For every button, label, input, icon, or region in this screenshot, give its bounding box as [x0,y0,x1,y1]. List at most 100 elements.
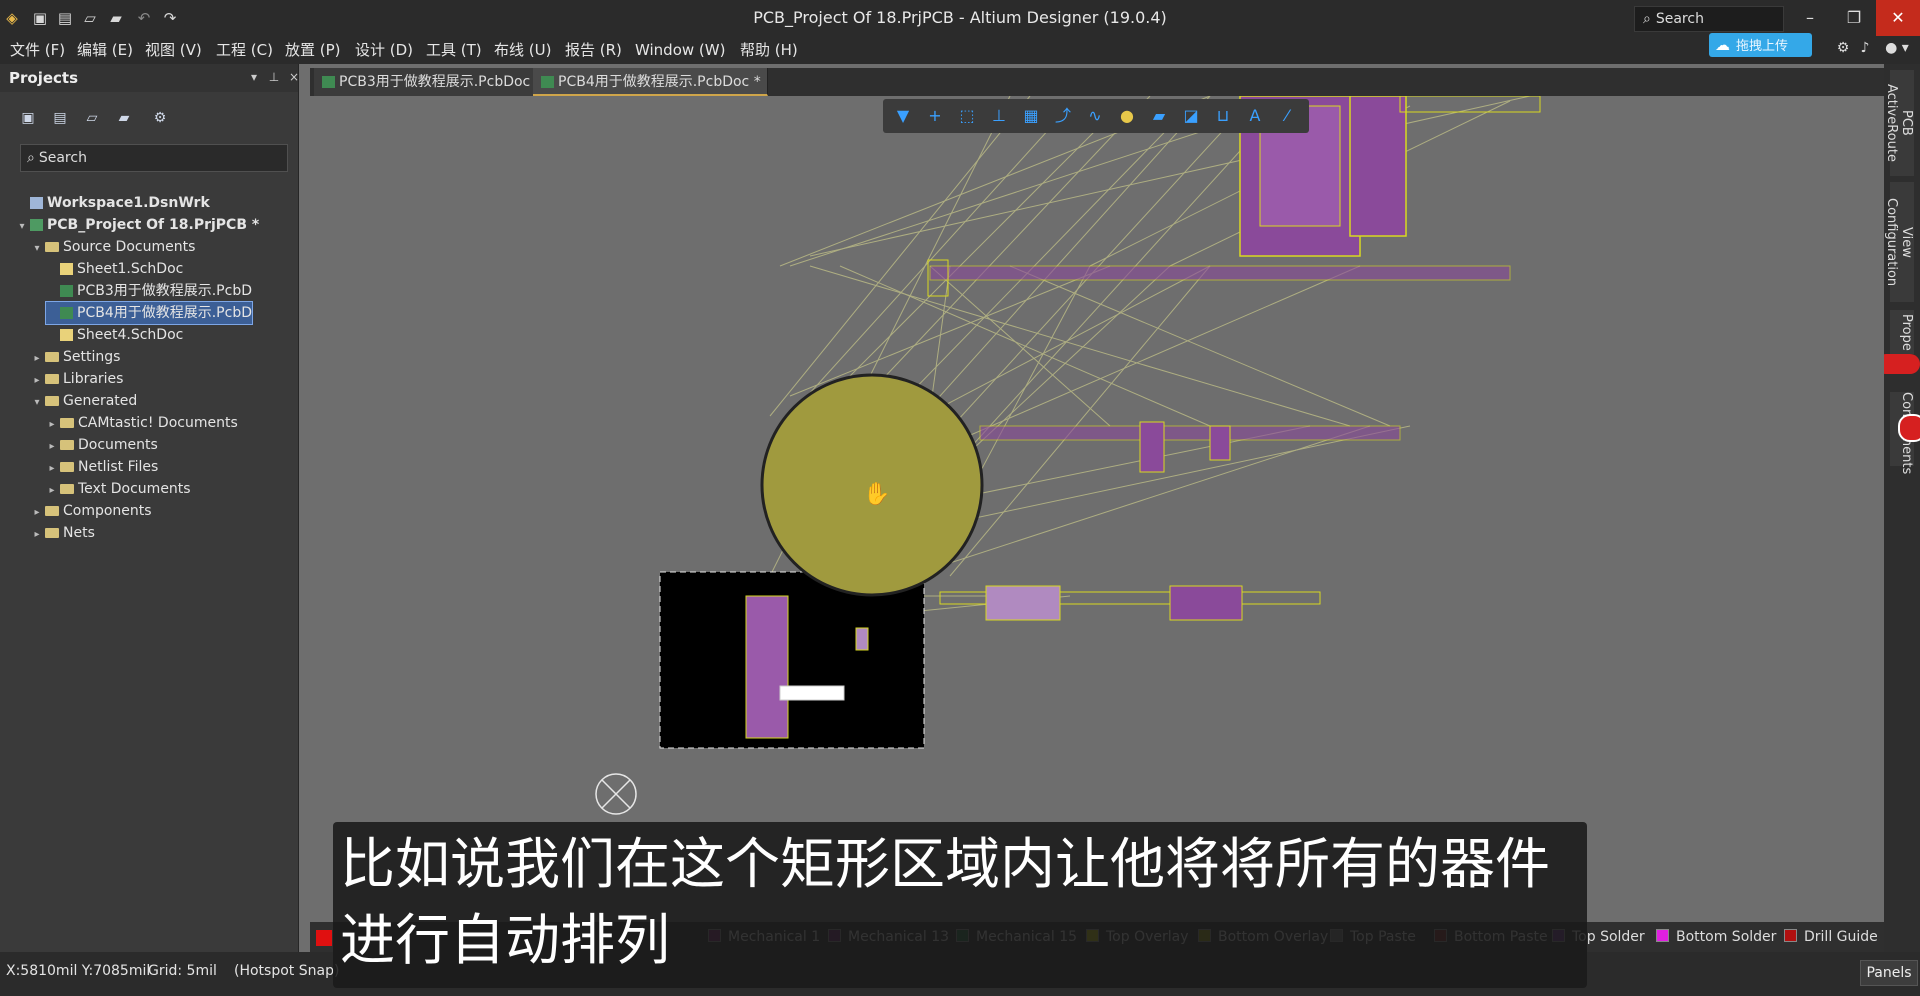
tree-item[interactable]: ▾ Generated [31,390,137,412]
expand-arrow-right-icon[interactable]: ▸ [46,436,58,458]
open-icon[interactable]: ▱ [80,8,100,28]
expand-arrow-right-icon[interactable]: ▸ [31,524,43,546]
polygon-icon[interactable]: ▰ [1147,104,1171,128]
compile-icon[interactable]: ▤ [50,108,70,128]
menu-tools[interactable]: 工具 (T) [426,36,482,64]
dock-tab-view-configuration[interactable]: View Configuration [1884,182,1914,302]
menu-project[interactable]: 工程 (C) [216,36,273,64]
crosshair-icon[interactable]: + [923,104,947,128]
tree-item-label: Sheet4.SchDoc [77,327,184,343]
filter-icon[interactable]: ▼ [891,104,915,128]
tree-item[interactable]: ▸ Text Documents [46,478,190,502]
settings-icon[interactable]: ⚙ [150,108,170,128]
layer-tab[interactable]: Drill Guide [1784,926,1878,948]
tree-item[interactable]: Sheet1.SchDoc [46,258,183,280]
tree-item[interactable]: ▾ PCB_Project Of 18.PrjPCB * [16,214,259,236]
menu-route[interactable]: 布线 (U) [494,36,551,64]
tree-item[interactable]: Workspace1.DsnWrk [16,192,210,214]
place-component-icon[interactable]: ▦ [1019,104,1043,128]
open-project-icon[interactable]: ▰ [106,8,126,28]
global-search-input[interactable]: ⌕ Search [1634,6,1784,32]
expand-arrow-right-icon[interactable]: ▸ [46,458,58,480]
user-icon[interactable]: ● ▾ [1880,38,1914,58]
menu-design[interactable]: 设计 (D) [355,36,413,64]
save-icon[interactable]: ▣ [30,8,50,28]
line-icon[interactable]: ⁄ [1275,104,1299,128]
menu-place[interactable]: 放置 (P) [285,36,341,64]
close-folder-icon[interactable]: ▰ [114,108,134,128]
align-icon[interactable]: ⊥ [987,104,1011,128]
gear-icon[interactable]: ⚙ [1834,38,1852,58]
expand-arrow-down-icon[interactable]: ▾ [16,216,28,238]
interactive-route-icon[interactable]: ∿ [1083,104,1107,128]
maximize-button[interactable]: ❐ [1832,0,1876,36]
expand-arrow-right-icon[interactable]: ▸ [31,370,43,392]
tree-item-label: Workspace1.DsnWrk [47,195,210,211]
expand-arrow-down-icon[interactable]: ▾ [31,238,43,260]
menu-view[interactable]: 视图 (V) [145,36,202,64]
projects-search-input[interactable]: ⌕ Search [20,144,288,172]
component-row-3-block-b[interactable] [1169,585,1243,621]
menu-reports[interactable]: 报告 (R) [565,36,622,64]
undo-icon[interactable]: ↶ [134,8,154,28]
expand-arrow-right-icon[interactable]: ▸ [31,348,43,370]
tree-item[interactable]: ▸ Settings [31,346,120,368]
menu-file[interactable]: 文件 (F) [10,36,65,64]
tree-item-label: Netlist Files [78,459,159,475]
menu-edit[interactable]: 编辑 (E) [77,36,133,64]
component-row-2-ic2[interactable] [1209,425,1231,461]
close-button[interactable]: ✕ [1876,0,1920,36]
menu-help[interactable]: 帮助 (H) [740,36,798,64]
tree-item[interactable]: ▸ Nets [31,522,94,546]
menu-window[interactable]: Window (W) [635,36,725,64]
minimize-button[interactable]: – [1788,0,1832,36]
component-row-2[interactable] [979,425,1401,441]
board-selection-rectangle[interactable] [659,571,925,749]
tab-pcb3[interactable]: PCB3用于做教程展示.PcbDoc * [314,68,549,96]
expand-arrow-right-icon[interactable]: ▸ [46,480,58,502]
tree-item[interactable]: ▸ Netlist Files [46,456,158,478]
text-icon[interactable]: A [1243,104,1267,128]
component-row-1[interactable] [929,265,1511,281]
component-in-rect-small[interactable] [855,627,869,651]
tree-item[interactable]: ▸ Documents [46,434,157,458]
save-document-icon[interactable]: ▣ [18,108,38,128]
route-icon[interactable]: ⤴ [1051,104,1075,128]
component-in-rect-large[interactable] [745,595,789,739]
pin-icon[interactable]: ⊥ [266,68,282,86]
dock-tab-pcb-activeroute[interactable]: PCB ActiveRoute [1884,70,1914,176]
floating-counter-badge[interactable] [1898,414,1920,442]
tree-item[interactable]: PCB3用于做教程展示.PcbD [46,280,252,302]
dock-tab-properties[interactable]: Prope [1890,310,1914,354]
tree-item[interactable]: Sheet4.SchDoc [46,324,183,346]
tree-item[interactable]: ▸ Components [31,500,151,524]
component-row-3-block-a[interactable] [985,585,1061,621]
current-layer-swatch[interactable] [316,930,332,946]
dimension-icon[interactable]: ⊔ [1211,104,1235,128]
panel-close-icon[interactable]: × [286,68,302,86]
expand-arrow-right-icon[interactable]: ▸ [31,502,43,524]
open-folder-icon[interactable]: ▱ [82,108,102,128]
keepout-icon[interactable]: ◪ [1179,104,1203,128]
tree-item[interactable]: ▸ Libraries [31,368,123,390]
panels-button[interactable]: Panels [1860,960,1918,986]
save-all-icon[interactable]: ▤ [55,8,75,28]
upload-button[interactable]: ☁ 拖拽上传 [1709,33,1812,57]
expand-arrow-down-icon[interactable]: ▾ [31,392,43,414]
expand-arrow-right-icon[interactable]: ▸ [46,414,58,436]
panel-menu-icon[interactable]: ▾ [246,68,262,86]
select-rect-icon[interactable]: ⬚ [955,104,979,128]
layer-tab[interactable]: Bottom Solder [1656,926,1776,948]
tree-item[interactable]: ▸ CAMtastic! Documents [46,412,237,436]
bell-icon[interactable]: ♪ [1856,38,1874,58]
component-in-rect-white[interactable] [779,685,845,701]
component-row-2-ic[interactable] [1139,421,1165,473]
via-icon[interactable]: ● [1115,104,1139,128]
tree-item[interactable]: ▾ Source Documents [31,236,195,258]
redo-icon[interactable]: ↷ [160,8,180,28]
tab-pcb4[interactable]: PCB4用于做教程展示.PcbDoc * [533,68,768,96]
component-top-right[interactable] [1349,96,1407,237]
projects-panel-title: Projects [9,69,79,87]
pcb-canvas[interactable]: ✋ [310,96,1884,922]
tree-item[interactable]: PCB4用于做教程展示.PcbD [45,301,253,325]
